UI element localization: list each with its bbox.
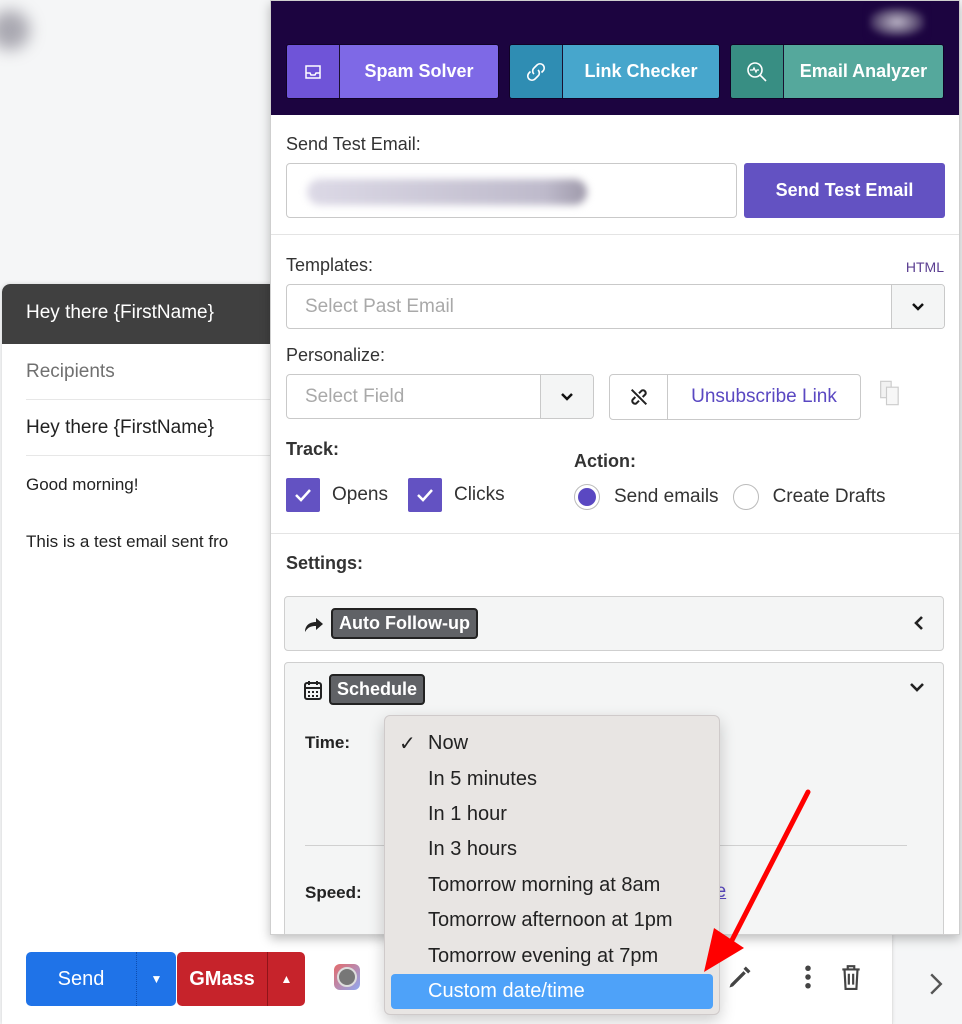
email-analyzer-button[interactable]: Email Analyzer: [730, 44, 944, 99]
unsubscribe-link-label: Unsubscribe Link: [691, 386, 837, 407]
send-button[interactable]: Send ▼: [26, 952, 176, 1006]
gmass-button-label[interactable]: GMass: [177, 952, 267, 1006]
calendar-icon: [304, 680, 322, 700]
checkmark-icon: ✓: [399, 733, 416, 756]
analyze-icon: [731, 45, 784, 98]
send-button-label[interactable]: Send: [26, 952, 136, 1006]
blurred-account-avatar: [869, 7, 925, 37]
time-label: Time:: [305, 733, 351, 752]
camera-icon[interactable]: [334, 964, 360, 990]
test-email-input[interactable]: [286, 163, 737, 218]
auto-followup-label: Auto Follow-up: [331, 608, 478, 639]
menu-item-in-5-minutes[interactable]: In 5 minutes: [391, 761, 713, 796]
chevron-right-icon[interactable]: [926, 972, 946, 996]
email-analyzer-label: Email Analyzer: [784, 45, 943, 98]
chevron-down-icon[interactable]: [909, 681, 925, 693]
track-label: Track:: [286, 439, 340, 459]
personalize-select[interactable]: Select Field: [286, 374, 594, 419]
personalize-label: Personalize:: [286, 345, 386, 365]
menu-item-label: Tomorrow afternoon at 1pm: [428, 909, 673, 932]
templates-label: Templates:: [286, 255, 374, 275]
opens-label[interactable]: Opens: [332, 484, 388, 506]
action-section: Action: Send emails Create Drafts: [574, 451, 886, 510]
templates-section: Templates: HTML Select Past Email: [286, 255, 945, 329]
personalize-section: Personalize: Select Field Unsubscribe Li…: [286, 345, 944, 420]
link-icon: [510, 45, 563, 98]
link-checker-button[interactable]: Link Checker: [509, 44, 720, 99]
menu-item-label: Custom date/time: [428, 979, 585, 1002]
menu-item-label: Now: [428, 732, 469, 755]
menu-item-label: In 3 hours: [428, 838, 517, 861]
templates-placeholder: Select Past Email: [305, 295, 454, 317]
chevron-left-icon[interactable]: [913, 615, 925, 631]
spam-solver-button[interactable]: Spam Solver: [286, 44, 499, 99]
blurred-avatar: [0, 10, 30, 50]
menu-item-label: Tomorrow evening at 7pm: [428, 944, 659, 967]
speed-label: Speed:: [305, 883, 362, 902]
trash-icon[interactable]: [838, 962, 864, 992]
send-test-section: Send Test Email: Send Test Email: [286, 134, 945, 218]
schedule-label[interactable]: Schedule: [329, 674, 426, 705]
menu-item-tomorrow-evening[interactable]: Tomorrow evening at 7pm: [391, 938, 713, 973]
menu-item-tomorrow-afternoon[interactable]: Tomorrow afternoon at 1pm: [391, 903, 713, 938]
unlink-icon: [610, 375, 668, 419]
unsubscribe-link-button[interactable]: Unsubscribe Link: [609, 374, 861, 420]
copy-icon[interactable]: [876, 379, 904, 407]
menu-item-now[interactable]: ✓ Now: [391, 726, 713, 761]
link-checker-label: Link Checker: [563, 45, 719, 98]
html-link[interactable]: HTML: [906, 259, 944, 275]
share-arrow-icon: [305, 617, 323, 632]
redacted-email: [307, 179, 587, 205]
send-test-email-button[interactable]: Send Test Email: [744, 163, 945, 218]
menu-item-in-1-hour[interactable]: In 1 hour: [391, 797, 713, 832]
send-test-label: Send Test Email:: [286, 134, 421, 154]
menu-item-tomorrow-morning[interactable]: Tomorrow morning at 8am: [391, 868, 713, 903]
menu-item-label: In 5 minutes: [428, 767, 537, 790]
chevron-down-icon[interactable]: [540, 375, 593, 418]
menu-item-custom-date-time[interactable]: Custom date/time: [391, 973, 713, 1010]
send-emails-label[interactable]: Send emails: [614, 486, 719, 508]
chevron-down-icon[interactable]: [891, 285, 944, 328]
templates-select[interactable]: Select Past Email: [286, 284, 945, 329]
panel-header: Spam Solver Link Checker Email Analyzer: [271, 1, 959, 115]
gmass-button[interactable]: GMass ▲: [177, 952, 305, 1006]
create-drafts-label[interactable]: Create Drafts: [773, 486, 886, 508]
divider: [271, 533, 959, 534]
personalize-placeholder: Select Field: [305, 385, 405, 407]
divider: [271, 234, 959, 235]
spam-solver-label: Spam Solver: [340, 45, 498, 98]
create-drafts-radio[interactable]: [732, 484, 759, 510]
track-section: Track: Opens Clicks: [286, 439, 505, 512]
menu-item-in-3-hours[interactable]: In 3 hours: [391, 832, 713, 867]
clicks-label[interactable]: Clicks: [454, 484, 505, 506]
menu-item-label: Tomorrow morning at 8am: [428, 873, 661, 896]
time-dropdown-menu: ✓ Now In 5 minutes In 1 hour In 3 hours …: [384, 715, 720, 1015]
more-options-icon[interactable]: [800, 962, 816, 992]
signature-pen-icon[interactable]: [726, 962, 754, 992]
send-options-caret-icon[interactable]: ▼: [136, 952, 176, 1006]
opens-checkbox[interactable]: [286, 478, 320, 512]
action-label: Action:: [574, 451, 636, 471]
gmass-settings-caret-icon[interactable]: ▲: [267, 952, 305, 1006]
send-emails-radio[interactable]: [574, 484, 600, 510]
menu-item-label: In 1 hour: [428, 802, 507, 825]
clicks-checkbox[interactable]: [407, 478, 442, 512]
auto-followup-accordion[interactable]: Auto Follow-up: [284, 596, 944, 651]
inbox-icon: [287, 45, 340, 98]
settings-label: Settings:: [286, 553, 364, 573]
